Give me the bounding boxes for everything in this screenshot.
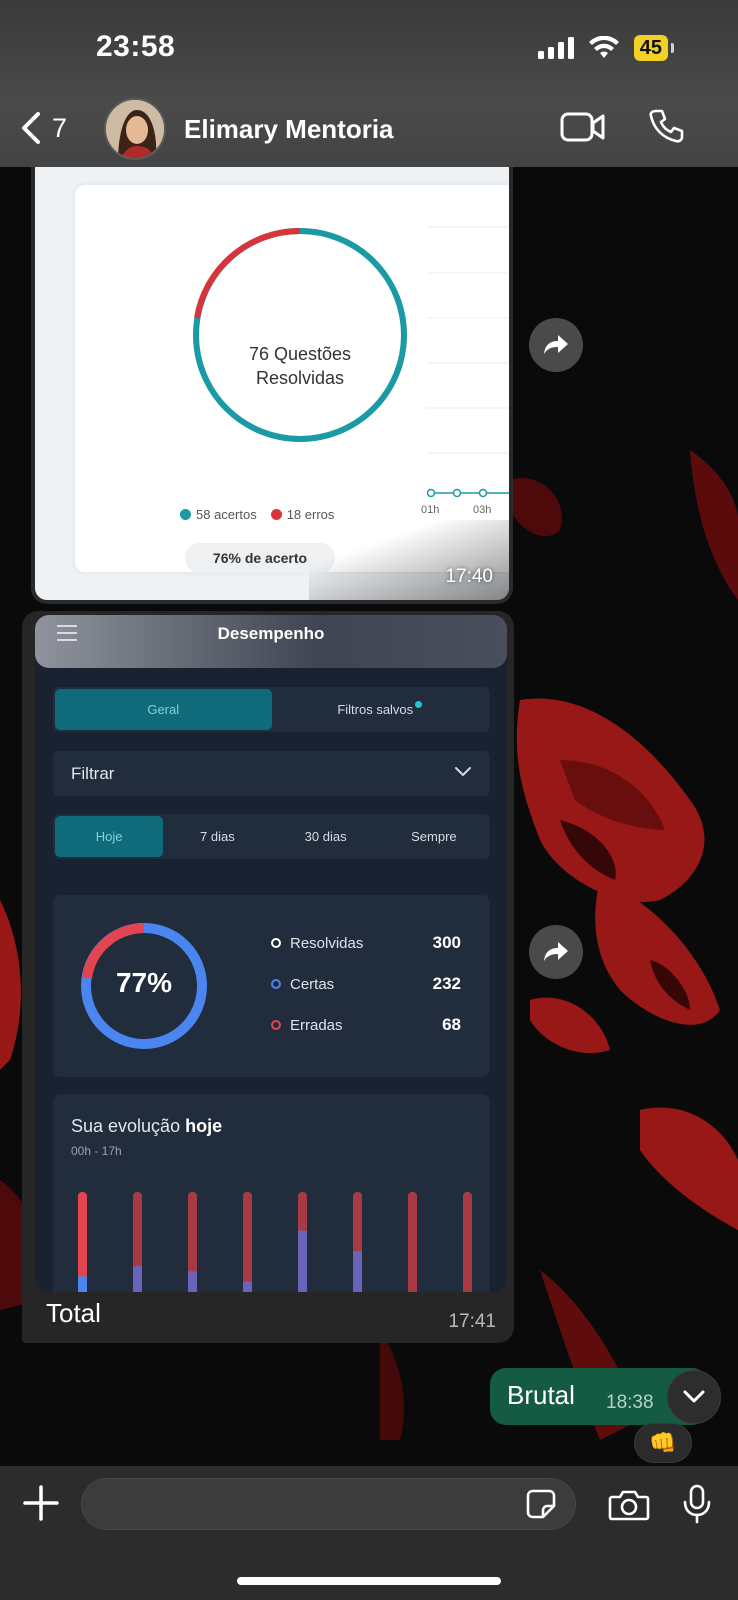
stat-resolvidas: Resolvidas 300: [271, 933, 461, 953]
shared-image-1[interactable]: 76 Questões Resolvidas 58 acertos 18 err…: [35, 163, 509, 600]
stats-card-light: 76 Questões Resolvidas 58 acertos 18 err…: [75, 185, 509, 573]
donut-center-label: 76 Questões Resolvidas: [185, 342, 415, 390]
stat-label: Resolvidas: [290, 934, 364, 952]
tab-filtros-salvos: Filtros salvos: [272, 689, 489, 730]
chevron-left-icon: [22, 112, 40, 144]
outgoing-text: Brutal: [507, 1380, 575, 1410]
evolution-title: Sua evolução hoje: [71, 1116, 222, 1137]
composer-bar: [0, 1466, 738, 1600]
period-7-dias: 7 dias: [200, 829, 235, 844]
period-selector: Hoje 7 dias 30 dias Sempre: [53, 814, 490, 859]
wifi-icon: [588, 36, 619, 58]
stat-value: 232: [432, 974, 461, 993]
plus-icon: [23, 1485, 59, 1521]
evolution-bar-wrong: [463, 1192, 472, 1292]
camera-icon: [608, 1490, 650, 1521]
voice-call-button[interactable]: [648, 108, 684, 149]
message-input[interactable]: [81, 1478, 576, 1530]
phone-icon: [649, 109, 684, 143]
filter-dropdown: Filtrar: [53, 751, 490, 796]
accuracy-percentage: 77%: [115, 967, 173, 998]
image-message-1[interactable]: 76 Questões Resolvidas 58 acertos 18 err…: [31, 163, 513, 604]
outgoing-time: 18:38: [606, 1392, 654, 1413]
message-reaction[interactable]: 👊: [634, 1423, 692, 1463]
segment-tabs: Geral Filtros salvos: [53, 687, 490, 732]
tab-filtros-label: Filtros salvos: [337, 702, 414, 717]
app-header: Desempenho: [35, 615, 507, 668]
donut-label-line-2: Resolvidas: [255, 368, 345, 388]
stat-certas: Certas 232: [271, 974, 461, 994]
status-icons: 45: [537, 35, 675, 61]
chevron-down-icon: [683, 1390, 705, 1403]
sticker-icon: [526, 1489, 556, 1519]
evolution-card: Sua evolução hoje 00h - 17h: [53, 1094, 490, 1292]
shared-image-2[interactable]: Desempenho Geral Filtros salvos Filtrar …: [35, 615, 507, 1292]
line-chart-preview: [427, 226, 509, 498]
period-30-dias: 30 dias: [304, 829, 347, 844]
camera-button[interactable]: [608, 1488, 650, 1527]
message-caption: Total: [46, 1298, 101, 1328]
sticker-button[interactable]: [525, 1488, 557, 1525]
legend-correct-label: 58 acertos: [196, 507, 257, 522]
evolution-bar-right: [133, 1266, 142, 1292]
ring-certas-icon: [271, 979, 281, 989]
contact-name[interactable]: Elimary Mentoria: [184, 114, 394, 145]
period-hoje: Hoje: [55, 816, 164, 857]
legend-correct: 58 acertos: [180, 507, 257, 522]
unread-count: 7: [52, 112, 68, 143]
stat-value: 68: [442, 1015, 461, 1034]
stat-label: Certas: [290, 975, 335, 993]
evolution-bar-right: [243, 1281, 252, 1292]
attach-button[interactable]: [22, 1484, 60, 1527]
forward-button-1[interactable]: [529, 318, 583, 372]
avatar[interactable]: [104, 98, 166, 160]
evolution-bar-right: [353, 1251, 362, 1292]
forward-icon: [544, 335, 568, 354]
status-time: 23:58: [96, 30, 176, 63]
axis-tick-01h: 01h: [421, 504, 440, 516]
microphone-button[interactable]: [682, 1484, 712, 1529]
image-message-2[interactable]: Desempenho Geral Filtros salvos Filtrar …: [22, 611, 514, 1343]
forward-button-2[interactable]: [529, 925, 583, 979]
stats-card-dark: 77% Resolvidas 300 Certas 232 Erradas 68: [53, 895, 490, 1077]
scroll-to-bottom-button[interactable]: [667, 1370, 721, 1424]
evolution-bar-chart: [78, 1192, 472, 1292]
evolution-bar-right: [188, 1271, 197, 1292]
back-button[interactable]: 7: [20, 111, 67, 145]
signal-icon: [537, 37, 574, 59]
app-title: Desempenho: [217, 624, 325, 643]
microphone-icon: [683, 1484, 711, 1524]
evolution-title-text: Sua evolução: [71, 1116, 181, 1136]
stat-value: 300: [432, 933, 461, 952]
tab-geral: Geral: [55, 689, 272, 730]
period-sempre: Sempre: [411, 829, 457, 844]
image-shade: [309, 520, 509, 600]
donut-chart-light: [193, 227, 407, 442]
avatar-image: [106, 100, 164, 158]
battery-indicator: 45: [633, 35, 675, 61]
chat-header: 23:58 45 7 Elimary Mentoria: [0, 0, 738, 167]
video-camera-icon: [560, 112, 605, 142]
evolution-bar-wrong: [408, 1192, 417, 1292]
evolution-bar-right: [298, 1230, 307, 1292]
chevron-down-icon: [455, 767, 471, 777]
video-call-button[interactable]: [560, 110, 606, 149]
home-indicator: [237, 1577, 501, 1585]
notification-dot: [415, 701, 423, 708]
axis-tick-03h: 03h: [473, 504, 492, 516]
stat-erradas: Erradas 68: [271, 1015, 461, 1035]
chat-screen: 23:58 45 7 Elimary Mentoria 76 Questões …: [0, 0, 738, 1600]
evolution-title-bold: hoje: [185, 1116, 223, 1136]
evolution-bar-right: [78, 1276, 87, 1292]
evolution-range: 00h - 17h: [71, 1144, 122, 1158]
message-time: 17:40: [445, 566, 493, 587]
filter-label: Filtrar: [71, 764, 115, 783]
evolution-bar-wrong: [243, 1192, 252, 1292]
ring-erradas-icon: [271, 1020, 281, 1030]
forward-icon: [544, 942, 568, 961]
message-time: 17:41: [448, 1311, 496, 1332]
stat-label: Erradas: [290, 1016, 343, 1034]
donut-label-line-1: 76 Questões: [248, 344, 352, 364]
ring-resolvidas-icon: [271, 938, 281, 948]
